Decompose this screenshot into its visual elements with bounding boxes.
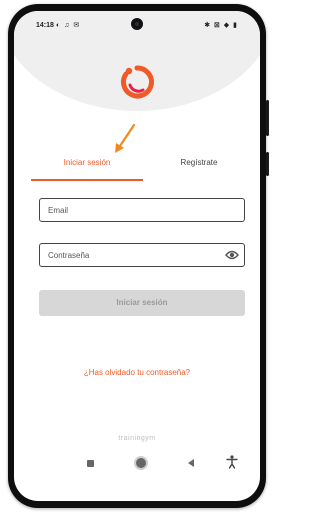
auth-tabs: Iniciar sesión Regístrate (31, 156, 245, 182)
front-camera (131, 18, 143, 30)
app-logo-icon (121, 65, 154, 99)
power-button (266, 152, 269, 176)
system-nav-bar (14, 455, 260, 477)
forgot-password-link[interactable]: ¿Has olvidado tu contraseña? (14, 368, 260, 377)
volume-button (266, 100, 269, 136)
eye-icon[interactable] (225, 249, 239, 261)
phone-frame: 14:18 ◐ ♫ ✉ ✱ ⊠ ◆ ▮ Iniciar sesión Regís… (8, 4, 269, 508)
notification-icons: ◐ ♫ ✉ (56, 22, 81, 29)
password-field-container (39, 243, 245, 267)
tab-login[interactable]: Iniciar sesión (31, 156, 143, 180)
email-field[interactable] (40, 199, 218, 221)
back-icon[interactable] (188, 459, 194, 467)
email-field-container (39, 198, 245, 222)
screen: 14:18 ◐ ♫ ✉ ✱ ⊠ ◆ ▮ Iniciar sesión Regís… (14, 11, 260, 501)
square-icon[interactable] (87, 460, 94, 467)
accessibility-icon[interactable] (226, 455, 238, 469)
status-time: 14:18 (36, 22, 54, 29)
active-tab-indicator (31, 179, 143, 181)
brand-footer: trainingym (118, 435, 156, 442)
tab-register[interactable]: Regístrate (143, 156, 255, 180)
system-icons: ✱ ⊠ ◆ ▮ (204, 22, 238, 29)
password-field[interactable] (40, 244, 218, 266)
annotation-arrow-icon (115, 123, 136, 153)
login-button[interactable]: Iniciar sesión (39, 290, 245, 316)
home-icon[interactable] (136, 458, 146, 468)
